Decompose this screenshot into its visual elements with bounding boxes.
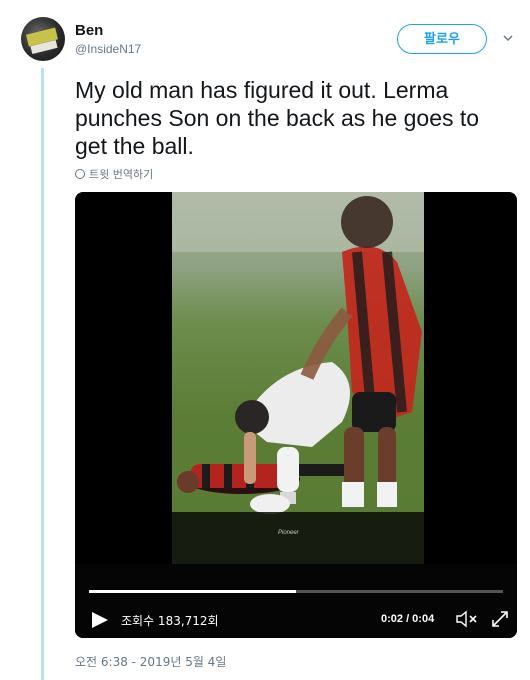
- video-frame: [172, 192, 424, 564]
- progress-bar[interactable]: [89, 590, 503, 593]
- mute-icon[interactable]: [455, 609, 479, 629]
- play-icon[interactable]: [90, 610, 110, 630]
- translate-label: 트윗 번역하기: [89, 168, 154, 181]
- thread-line: [41, 68, 44, 680]
- avatar[interactable]: [21, 17, 65, 61]
- progress-fill: [89, 590, 296, 593]
- author-handle[interactable]: @InsideN17: [75, 42, 141, 56]
- fullscreen-icon[interactable]: [490, 609, 510, 629]
- video-time: 0:02 / 0:04: [381, 613, 435, 625]
- follow-button[interactable]: 팔로우: [397, 24, 487, 54]
- video-watermark: Pioneer: [278, 530, 299, 536]
- globe-icon: [75, 169, 85, 179]
- tweet-text: My old man has figured it out. Lerma pun…: [75, 77, 480, 159]
- tweet-timestamp[interactable]: 오전 6:38 - 2019년 5월 4일: [75, 653, 226, 670]
- author-name[interactable]: Ben: [75, 22, 103, 39]
- video-scene: [172, 192, 424, 564]
- view-count: 조회수 183,712회: [121, 614, 219, 628]
- video-player[interactable]: Pioneer 조회수 183,712회 0:02 / 0:04: [75, 192, 517, 638]
- chevron-down-icon[interactable]: [503, 33, 513, 43]
- translate-link[interactable]: 트윗 번역하기: [75, 166, 153, 182]
